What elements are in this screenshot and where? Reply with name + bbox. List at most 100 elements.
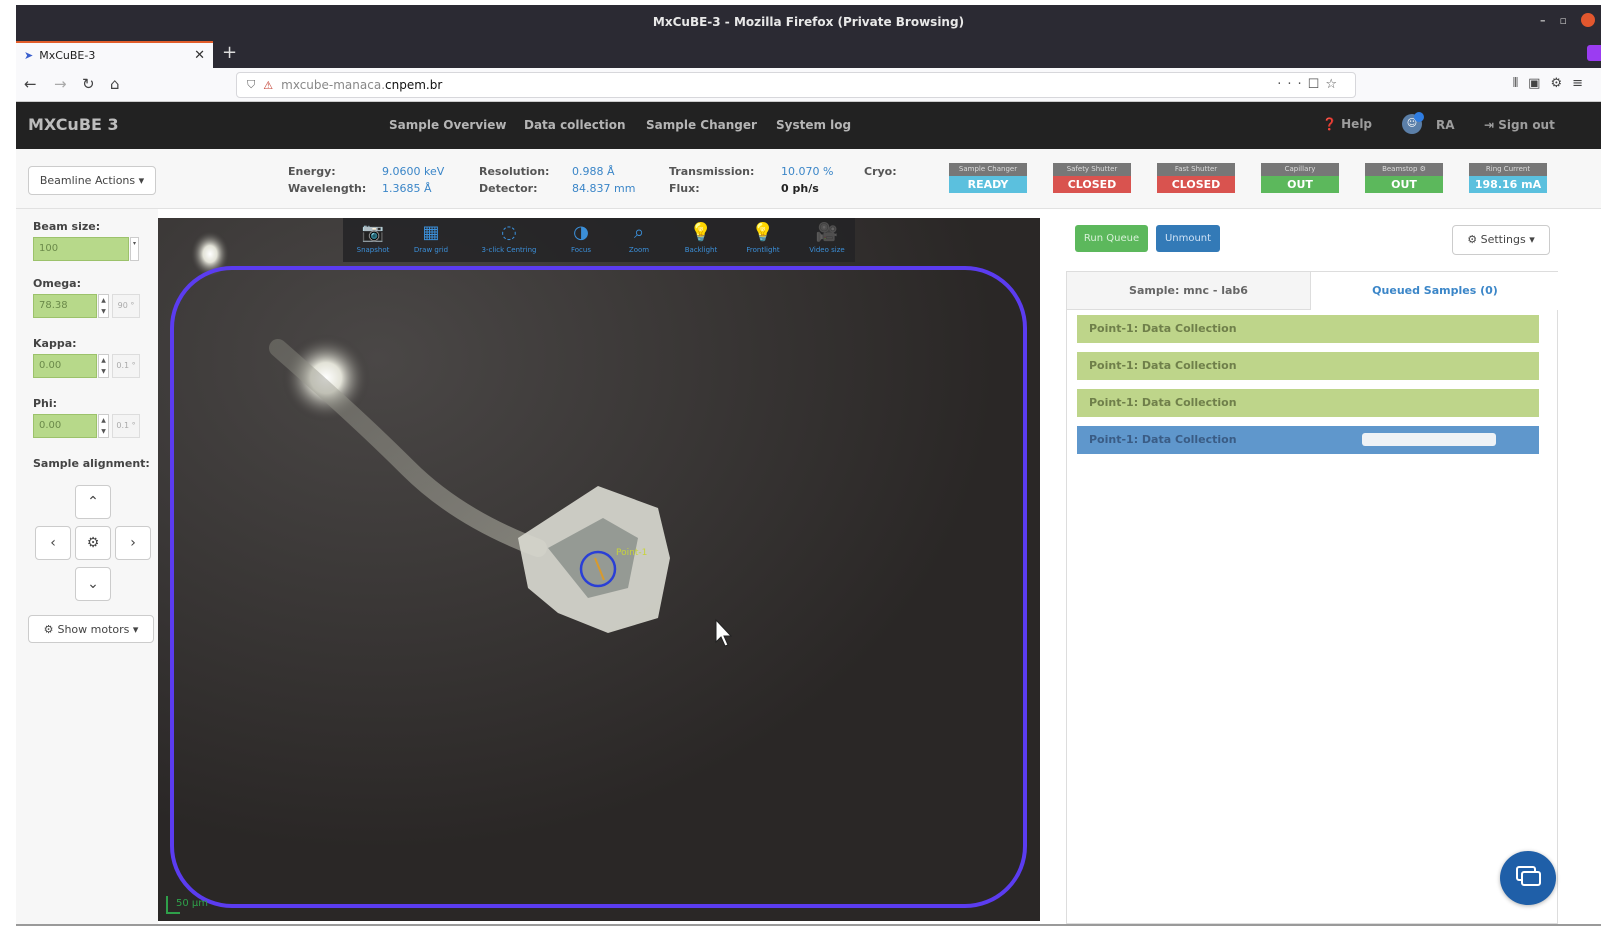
hardware-value: READY bbox=[949, 176, 1027, 193]
omega-spinner-icon[interactable]: ▲ ▼ bbox=[98, 294, 109, 318]
tool-label: Video size bbox=[809, 246, 845, 254]
toolbar-icons[interactable]: ⫴▣⚙≡ bbox=[1513, 76, 1593, 91]
tool-label: Snapshot bbox=[356, 246, 390, 254]
sample-changer-status[interactable]: Sample Changer READY bbox=[949, 163, 1027, 193]
fast-shutter-status[interactable]: Fast Shutter CLOSED bbox=[1157, 163, 1235, 193]
gears-icon: ⚙ bbox=[43, 622, 54, 636]
menu-sample-changer[interactable]: Sample Changer bbox=[646, 118, 757, 132]
queue-item[interactable]: Point-1: Data Collection bbox=[1077, 352, 1539, 380]
beam-size-select[interactable]: 100 bbox=[33, 237, 129, 261]
kappa-input[interactable]: 0.00 bbox=[33, 354, 97, 378]
settings-label: Settings ▾ bbox=[1480, 233, 1535, 246]
tab-close-icon[interactable]: ✕ bbox=[194, 48, 205, 63]
sign-out-link[interactable]: ⇥ Sign out bbox=[1484, 118, 1555, 132]
hardware-value: 198.16 mA bbox=[1469, 176, 1547, 193]
run-queue-button[interactable]: Run Queue bbox=[1075, 225, 1148, 252]
show-motors-button[interactable]: ⚙ Show motors ▾ bbox=[28, 615, 154, 643]
zoom-tool[interactable]: ⌕ Zoom bbox=[609, 222, 669, 254]
align-down-button[interactable]: ⌄ bbox=[75, 567, 111, 601]
home-icon[interactable]: ⌂ bbox=[110, 75, 120, 93]
queue-item[interactable]: Point-1: Data Collection bbox=[1077, 315, 1539, 343]
minimize-icon[interactable]: – bbox=[1540, 14, 1546, 27]
tool-label: Draw grid bbox=[413, 246, 449, 254]
app-navbar: MXCuBE 3 Sample Overview Data collection… bbox=[16, 102, 1601, 149]
tracking-shield-icon[interactable]: ⛉ bbox=[247, 78, 255, 92]
maximize-icon[interactable]: ▫ bbox=[1560, 14, 1567, 27]
align-right-button[interactable]: › bbox=[115, 526, 151, 560]
hardware-label: Sample Changer bbox=[949, 163, 1027, 176]
reload-icon[interactable]: ↻ bbox=[82, 75, 95, 93]
kappa-step-input[interactable]: 0.1 ° bbox=[112, 354, 140, 378]
app-brand[interactable]: MXCuBE 3 bbox=[28, 115, 119, 134]
tab-bar: ➤ MxCuBE-3 ✕ + bbox=[16, 39, 1601, 68]
queue-container: Sample: mnc - lab6 Queued Samples (0) Po… bbox=[1066, 271, 1559, 924]
draw-grid-tool[interactable]: ▦ Draw grid bbox=[401, 222, 461, 254]
frontlight-tool[interactable]: 💡 Frontlight bbox=[733, 222, 793, 254]
tool-label: 3-click Centring bbox=[481, 246, 537, 254]
queue-panel: Run Queue Unmount ⚙ Settings ▾ Sample: m… bbox=[1058, 209, 1601, 924]
video-size-tool[interactable]: 🎥 Video size bbox=[797, 222, 857, 254]
flux-value: 0 ph/s bbox=[781, 182, 819, 195]
chat-icon bbox=[1516, 866, 1541, 886]
new-tab-icon[interactable]: + bbox=[222, 42, 237, 63]
tab-current-sample[interactable]: Sample: mnc - lab6 bbox=[1067, 272, 1311, 310]
sample-video-view[interactable]: Point-1 📷 Snapshot ▦ Draw grid ◌ 3-click Ce… bbox=[158, 218, 1040, 921]
sample-alignment-label: Sample alignment: bbox=[33, 457, 150, 470]
wavelength-value[interactable]: 1.3685 Å bbox=[382, 182, 432, 195]
omega-step-input[interactable]: 90 ° bbox=[112, 294, 140, 318]
url-domain: cnpem.br bbox=[385, 78, 443, 92]
back-icon[interactable]: ← bbox=[24, 75, 37, 93]
chevron-right-icon: › bbox=[130, 535, 136, 551]
kappa-spinner-icon[interactable]: ▲ ▼ bbox=[98, 354, 109, 378]
navigation-bar: ← → ↻ ⌂ ⛉ ⚠ mxcube-manaca. cnpem.br ···☐… bbox=[16, 68, 1601, 102]
menu-sample-overview[interactable]: Sample Overview bbox=[389, 118, 507, 132]
menu-data-collection[interactable]: Data collection bbox=[524, 118, 626, 132]
queue-item-active[interactable]: Point-1: Data Collection bbox=[1077, 426, 1539, 454]
question-circle-icon: ❓ bbox=[1322, 117, 1337, 131]
close-window-icon[interactable] bbox=[1581, 13, 1595, 27]
beam-size-caret-icon[interactable]: ▾ bbox=[130, 237, 139, 261]
forward-icon[interactable]: → bbox=[54, 75, 67, 93]
capillary-status[interactable]: Capillary OUT bbox=[1261, 163, 1339, 193]
browser-tab[interactable]: ➤ MxCuBE-3 ✕ bbox=[16, 41, 213, 68]
help-label: Help bbox=[1341, 117, 1373, 131]
url-prefix: mxcube-manaca. bbox=[281, 78, 386, 92]
queue-item-label: Point-1: Data Collection bbox=[1089, 433, 1237, 446]
chat-button[interactable] bbox=[1500, 851, 1556, 905]
backlight-tool[interactable]: 💡 Backlight bbox=[671, 222, 731, 254]
beam-size-label: Beam size: bbox=[33, 220, 101, 233]
focus-tool[interactable]: ◑ Focus bbox=[551, 222, 611, 254]
transmission-value[interactable]: 10.070 % bbox=[781, 165, 833, 178]
detector-value[interactable]: 84.837 mm bbox=[572, 182, 635, 195]
window-title: MxCuBE-3 - Mozilla Firefox (Private Brow… bbox=[652, 15, 965, 29]
page-actions-icons[interactable]: ···☐☆ bbox=[1277, 77, 1343, 92]
hardware-label: Capillary bbox=[1261, 163, 1339, 176]
menu-system-log[interactable]: System log bbox=[776, 118, 851, 132]
phi-step-input[interactable]: 0.1 ° bbox=[112, 414, 140, 438]
url-bar[interactable]: ⛉ ⚠ mxcube-manaca. cnpem.br ···☐☆ bbox=[236, 72, 1356, 98]
beamstop-status[interactable]: Beamstop ⚙ OUT bbox=[1365, 163, 1443, 193]
hardware-label: Safety Shutter bbox=[1053, 163, 1131, 176]
hardware-value: CLOSED bbox=[1053, 176, 1131, 193]
energy-value[interactable]: 9.0600 keV bbox=[382, 165, 444, 178]
align-left-button[interactable]: ‹ bbox=[35, 526, 71, 560]
three-click-centring-tool[interactable]: ◌ 3-click Centring bbox=[471, 222, 547, 254]
safety-shutter-status[interactable]: Safety Shutter CLOSED bbox=[1053, 163, 1131, 193]
user-name[interactable]: RA bbox=[1436, 118, 1455, 132]
snapshot-tool[interactable]: 📷 Snapshot bbox=[343, 222, 403, 254]
queue-item[interactable]: Point-1: Data Collection bbox=[1077, 389, 1539, 417]
resolution-value[interactable]: 0.988 Å bbox=[572, 165, 615, 178]
phi-spinner-icon[interactable]: ▲ ▼ bbox=[98, 414, 109, 438]
beamline-actions-button[interactable]: Beamline Actions ▾ bbox=[28, 166, 156, 195]
phi-input[interactable]: 0.00 bbox=[33, 414, 97, 438]
align-up-button[interactable]: ⌃ bbox=[75, 485, 111, 519]
user-badge bbox=[1414, 112, 1424, 122]
settings-button[interactable]: ⚙ Settings ▾ bbox=[1452, 225, 1550, 255]
window-titlebar: MxCuBE-3 - Mozilla Firefox (Private Brow… bbox=[16, 5, 1601, 39]
tab-queued-samples[interactable]: Queued Samples (0) bbox=[1311, 272, 1559, 310]
insecure-connection-icon[interactable]: ⚠ bbox=[263, 79, 273, 92]
omega-input[interactable]: 78.38 bbox=[33, 294, 97, 318]
align-center-button[interactable]: ⚙ bbox=[75, 526, 111, 560]
unmount-button[interactable]: Unmount bbox=[1156, 225, 1220, 252]
help-link[interactable]: ❓ Help bbox=[1322, 117, 1372, 131]
